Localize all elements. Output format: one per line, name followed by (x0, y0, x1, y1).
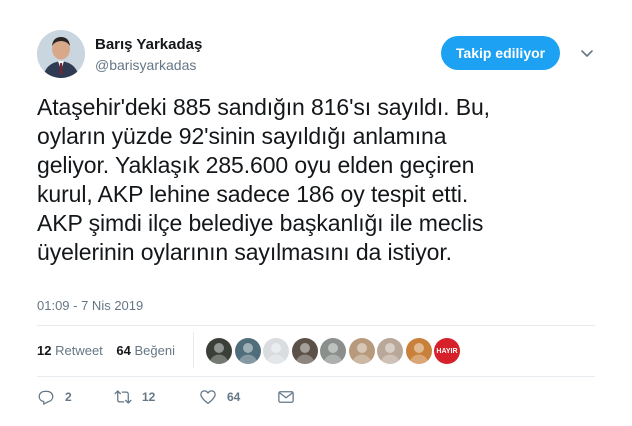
chevron-down-icon (581, 50, 593, 57)
tweet-card: Barış Yarkadaş @barisyarkadas Takip edil… (0, 0, 632, 426)
user-avatar-icon (320, 338, 346, 364)
author-handle[interactable]: @barisyarkadas (95, 57, 196, 73)
liker-avatar[interactable] (263, 338, 289, 364)
retweet-count: 12 (37, 343, 52, 358)
user-avatar-icon (349, 338, 375, 364)
author-avatar[interactable] (37, 30, 85, 78)
tweet-stats: 12 Retweet 64 Beğeni (37, 343, 185, 358)
stats-divider (193, 332, 194, 368)
liker-avatar[interactable] (235, 338, 261, 364)
like-label: Beğeni (134, 343, 175, 358)
retweet-stat[interactable]: 12 Retweet (37, 343, 103, 358)
user-avatar-icon (406, 338, 432, 364)
liker-avatar[interactable] (206, 338, 232, 364)
author-name[interactable]: Barış Yarkadaş (95, 36, 202, 53)
reply-button[interactable]: 2 (37, 388, 72, 406)
divider (37, 325, 595, 326)
tweet-timestamp[interactable]: 01:09 - 7 Nis 2019 (37, 298, 143, 313)
user-avatar-icon (377, 338, 403, 364)
direct-message-button[interactable] (277, 388, 295, 406)
user-avatar-icon (206, 338, 232, 364)
reply-icon (38, 390, 54, 405)
liker-avatar[interactable] (377, 338, 403, 364)
retweet-action-count: 12 (142, 390, 156, 404)
tweet-menu-caret[interactable] (578, 44, 596, 62)
liker-avatar-badge[interactable]: HAYIR (434, 338, 460, 364)
like-count: 64 (116, 343, 131, 358)
like-action-count: 64 (227, 390, 241, 404)
user-avatar-icon (235, 338, 261, 364)
retweet-label: Retweet (55, 343, 103, 358)
retweet-button[interactable]: 12 (114, 388, 155, 406)
heart-icon (200, 390, 216, 405)
hayir-badge-label: HAYIR (436, 347, 458, 355)
user-avatar-icon (292, 338, 318, 364)
retweet-icon (114, 390, 132, 404)
following-button[interactable]: Takip ediliyor (441, 36, 560, 70)
liker-avatar[interactable] (292, 338, 318, 364)
liker-avatar[interactable] (320, 338, 346, 364)
reply-count: 2 (65, 390, 72, 404)
divider (37, 376, 595, 377)
liker-avatar[interactable] (406, 338, 432, 364)
user-avatar-icon (37, 30, 85, 78)
like-stat[interactable]: 64 Beğeni (116, 343, 175, 358)
like-button[interactable]: 64 (199, 388, 240, 406)
user-avatar-icon (263, 338, 289, 364)
liker-avatar[interactable] (349, 338, 375, 364)
tweet-text: Ataşehir'deki 885 sandığın 816'sı sayıld… (37, 94, 490, 265)
envelope-icon (278, 391, 294, 403)
